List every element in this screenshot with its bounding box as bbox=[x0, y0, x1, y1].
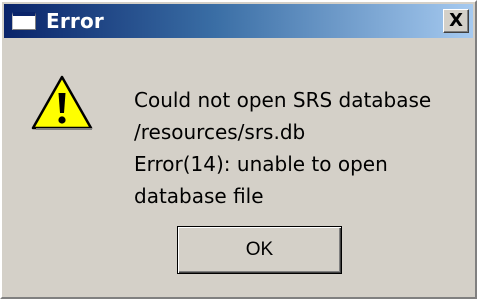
message-line: database file bbox=[134, 184, 264, 208]
ok-button[interactable]: OK bbox=[177, 226, 342, 274]
message-line: Could not open SRS database bbox=[134, 88, 432, 112]
close-button[interactable]: X bbox=[443, 9, 469, 33]
window-icon bbox=[12, 12, 36, 30]
warning-icon bbox=[31, 75, 93, 130]
message-line: Error(14): unable to open bbox=[134, 152, 388, 176]
title-bar[interactable]: Error X bbox=[4, 4, 473, 38]
error-message: Could not open SRS database /resources/s… bbox=[134, 84, 431, 212]
error-dialog: Error X Could not open SRS database /res… bbox=[0, 0, 477, 299]
message-line: /resources/srs.db bbox=[134, 120, 306, 144]
window-title: Error bbox=[46, 9, 104, 33]
